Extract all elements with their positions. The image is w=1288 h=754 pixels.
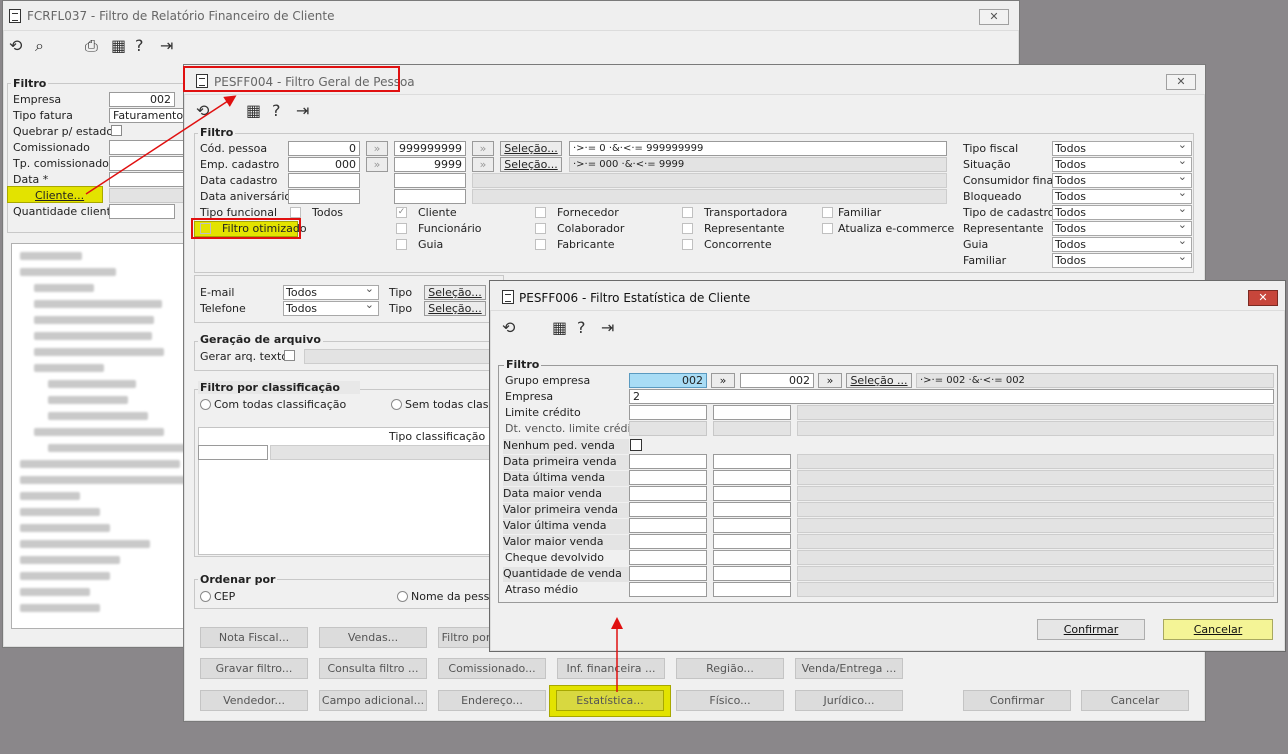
annotation-arrows [85, 95, 623, 692]
